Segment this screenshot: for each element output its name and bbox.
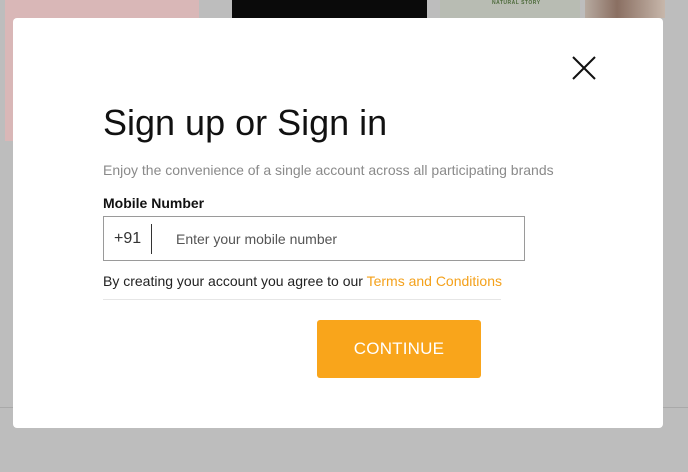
continue-button[interactable]: CONTINUE [317, 320, 481, 378]
terms-divider [103, 299, 501, 300]
modal-title: Sign up or Sign in [103, 102, 388, 143]
terms-and-conditions-link[interactable]: Terms and Conditions [367, 273, 502, 289]
signin-modal: Sign up or Sign in Enjoy the convenience… [13, 18, 663, 428]
background-banner-image [232, 0, 427, 18]
background-banner-image [585, 0, 665, 18]
mobile-number-label: Mobile Number [103, 195, 205, 211]
terms-prefix: By creating your account you agree to ou… [103, 273, 367, 289]
background-banner-image: NATURAL STORY [440, 0, 580, 18]
modal-subtitle: Enjoy the convenience of a single accoun… [103, 162, 554, 178]
close-icon [572, 56, 596, 80]
background-banner-text: NATURAL STORY [492, 0, 541, 6]
mobile-number-field: +91 [103, 216, 525, 261]
mobile-number-input[interactable] [152, 217, 524, 260]
terms-text: By creating your account you agree to ou… [103, 273, 502, 289]
close-button[interactable] [569, 53, 599, 83]
country-code: +91 [104, 223, 152, 254]
